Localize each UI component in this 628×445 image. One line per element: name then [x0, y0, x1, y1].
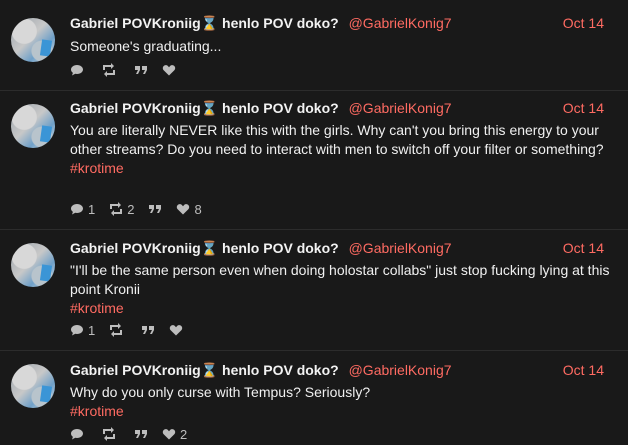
quote-icon: [135, 66, 147, 74]
hourglass-icon: ⌛: [200, 100, 219, 116]
timeline-feed: Gabriel POVKroniig⌛ henlo POV doko? @Gab…: [0, 0, 628, 445]
heart-icon: [177, 204, 190, 215]
avatar[interactable]: [11, 104, 55, 148]
quote-icon: [149, 205, 162, 213]
tweet[interactable]: Gabriel POVKroniig⌛ henlo POV doko? @Gab…: [0, 351, 628, 445]
retweet-icon: [110, 202, 123, 216]
tweet-actions: 2: [70, 426, 201, 442]
tweet-body: Someone's graduating...: [70, 38, 222, 54]
avatar[interactable]: [11, 18, 55, 62]
tweet-body: Why do you only curse with Tempus? Serio…: [70, 384, 371, 400]
tweet-header: Gabriel POVKroniig⌛ henlo POV doko? @Gab…: [70, 15, 604, 35]
tweet-header: Gabriel POVKroniig⌛ henlo POV doko? @Gab…: [70, 240, 604, 260]
tweet-actions: 1: [70, 322, 201, 338]
retweet-button[interactable]: 2: [109, 202, 134, 217]
author-name-suffix[interactable]: henlo POV doko?: [222, 15, 339, 31]
heart-icon: [170, 325, 183, 336]
tweet-body: "I'll be the same person even when doing…: [70, 262, 610, 297]
tweet[interactable]: Gabriel POVKroniig⌛ henlo POV doko? @Gab…: [0, 230, 628, 351]
hourglass-icon: ⌛: [200, 15, 219, 31]
reply-icon: [71, 65, 83, 76]
tweet-header: Gabriel POVKroniig⌛ henlo POV doko? @Gab…: [70, 100, 604, 120]
author-name-suffix[interactable]: henlo POV doko?: [222, 100, 339, 116]
like-count: 8: [194, 201, 202, 217]
author-handle[interactable]: @GabrielKonig7: [349, 100, 452, 116]
author-handle[interactable]: @GabrielKonig7: [349, 362, 452, 378]
like-button[interactable]: 2: [162, 427, 187, 442]
tweet-text: "I'll be the same person even when doing…: [70, 261, 610, 318]
hourglass-icon: ⌛: [200, 362, 219, 378]
heart-icon: [162, 65, 176, 76]
like-button[interactable]: [169, 323, 187, 337]
quote-icon: [142, 326, 155, 334]
author-name[interactable]: Gabriel POVKroniig: [70, 15, 201, 31]
retweet-count: 2: [127, 201, 135, 217]
like-count: 2: [180, 426, 188, 442]
heart-icon: [162, 429, 176, 440]
tweet-header: Gabriel POVKroniig⌛ henlo POV doko? @Gab…: [70, 362, 604, 382]
author-handle[interactable]: @GabrielKonig7: [349, 240, 452, 256]
tweet-actions: [70, 62, 194, 78]
quote-button[interactable]: [148, 202, 162, 216]
reply-icon: [71, 204, 83, 215]
reply-icon: [71, 429, 83, 440]
quote-button[interactable]: [141, 323, 155, 337]
tweet-date[interactable]: Oct 14: [563, 15, 604, 31]
retweet-icon: [103, 427, 115, 441]
hashtag-link[interactable]: #krotime: [70, 299, 610, 318]
hourglass-icon: ⌛: [200, 240, 219, 256]
tweet[interactable]: Gabriel POVKroniig⌛ henlo POV doko? @Gab…: [0, 0, 628, 91]
hashtag-link[interactable]: #krotime: [70, 402, 610, 421]
retweet-icon: [103, 63, 115, 77]
retweet-icon: [110, 323, 123, 337]
reply-button[interactable]: 1: [70, 323, 95, 338]
avatar[interactable]: [11, 364, 55, 408]
like-button[interactable]: [162, 63, 180, 77]
retweet-button[interactable]: [109, 323, 127, 337]
reply-button[interactable]: [70, 427, 88, 441]
like-button[interactable]: 8: [176, 201, 202, 217]
reply-count: 1: [88, 322, 96, 338]
quote-button[interactable]: [134, 63, 148, 77]
tweet-text: You are literally NEVER like this with t…: [70, 121, 610, 178]
author-name[interactable]: Gabriel POVKroniig: [70, 100, 201, 116]
reply-icon: [71, 325, 83, 336]
author-handle[interactable]: @GabrielKonig7: [349, 15, 452, 31]
tweet-date[interactable]: Oct 14: [563, 100, 604, 116]
reply-count: 1: [88, 201, 96, 217]
tweet-text: Why do you only curse with Tempus? Serio…: [70, 383, 610, 421]
tweet-text: Someone's graduating...: [70, 37, 610, 56]
avatar[interactable]: [11, 243, 55, 287]
tweet-date[interactable]: Oct 14: [563, 362, 604, 378]
author-name[interactable]: Gabriel POVKroniig: [70, 240, 201, 256]
retweet-button[interactable]: [102, 63, 120, 77]
reply-button[interactable]: 1: [70, 202, 95, 217]
quote-button[interactable]: [134, 427, 148, 441]
quote-icon: [135, 430, 147, 438]
tweet-date[interactable]: Oct 14: [563, 240, 604, 256]
reply-button[interactable]: [70, 63, 88, 77]
author-name-suffix[interactable]: henlo POV doko?: [222, 362, 339, 378]
author-name[interactable]: Gabriel POVKroniig: [70, 362, 201, 378]
retweet-button[interactable]: [102, 427, 120, 441]
hashtag-link[interactable]: #krotime: [70, 159, 610, 178]
tweet-actions: 1 2 8: [70, 201, 216, 217]
author-name-suffix[interactable]: henlo POV doko?: [222, 240, 339, 256]
tweet-body: You are literally NEVER like this with t…: [70, 122, 604, 157]
tweet[interactable]: Gabriel POVKroniig⌛ henlo POV doko? @Gab…: [0, 91, 628, 230]
